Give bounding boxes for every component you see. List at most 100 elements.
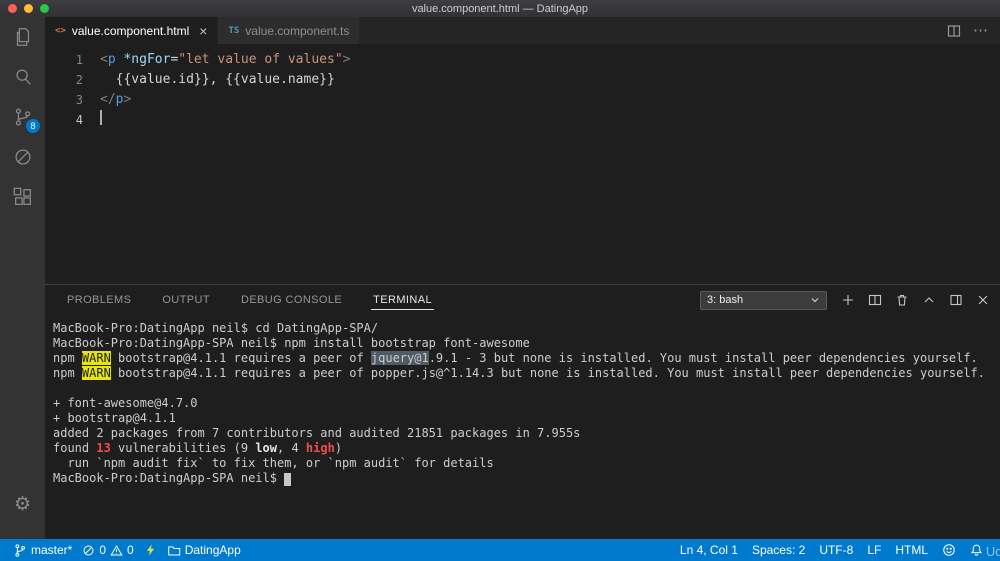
sidebar-item-debug[interactable]: [0, 137, 45, 177]
code-line[interactable]: 2 {{value.id}}, {{value.name}}: [45, 70, 1000, 90]
close-panel-icon[interactable]: [976, 293, 990, 307]
debug-icon: [14, 149, 31, 165]
ts-file-icon: [228, 26, 239, 36]
panel-header: PROBLEMS OUTPUT DEBUG CONSOLE TERMINAL 3: b…: [45, 285, 1000, 315]
line-number: 3: [75, 93, 83, 107]
folder-icon: [167, 545, 180, 555]
warning-icon: [110, 544, 123, 555]
sidebar-item-search[interactable]: [0, 57, 45, 97]
npm-warn-badge: WARN: [81, 366, 111, 380]
git-branch-icon: [15, 543, 25, 557]
sidebar-item-source-control[interactable]: 8: [0, 97, 45, 137]
bottom-panel: PROBLEMS OUTPUT DEBUG CONSOLE TERMINAL 3: b…: [45, 284, 1000, 539]
terminal-select[interactable]: 3: bash: [700, 290, 827, 310]
indentation-indicator[interactable]: Spaces: 2: [745, 539, 812, 561]
source-control-badge: 8: [26, 119, 40, 133]
project-name: DatingApp: [184, 543, 241, 557]
text-cursor: [100, 110, 102, 125]
code-editor[interactable]: 1 <p *ngFor="let value of values"> 2 {{val…: [45, 44, 1000, 284]
code-text: {{value.id}}, {{value.name}}: [100, 72, 335, 87]
extension-status-indicator[interactable]: [139, 539, 162, 561]
eol-indicator[interactable]: LF: [860, 539, 888, 561]
close-window-button[interactable]: [8, 4, 17, 13]
code-text: [83, 110, 102, 130]
code-text: </p>: [100, 92, 132, 107]
move-panel-icon[interactable]: [949, 293, 963, 307]
line-number: 2: [75, 73, 83, 87]
line-number: 4: [75, 113, 83, 127]
feedback-button[interactable]: [935, 539, 963, 561]
chevron-down-icon: [811, 298, 819, 303]
editor-tab-bar: value.component.html value.component.ts: [45, 17, 1000, 44]
panel-tabs: PROBLEMS OUTPUT DEBUG CONSOLE TERMINAL: [65, 290, 461, 310]
problems-indicator[interactable]: 0 0: [77, 539, 138, 561]
panel-tab-terminal[interactable]: TERMINAL: [371, 290, 434, 310]
terminal-line: npm WARN bootstrap@4.1.1 requires a peer…: [53, 351, 978, 365]
status-bar: master* 0 0 DatingApp Ln 4, Col 1 Spaces…: [0, 539, 1000, 561]
terminal-line: + bootstrap@4.1.1: [53, 411, 176, 425]
terminal-line: added 2 packages from 7 contributors and…: [53, 426, 581, 440]
bell-icon: [971, 544, 982, 556]
terminal-line: found 13 vulnerabilities (9 low, 4 high): [53, 441, 343, 455]
terminal-select-value: 3: bash: [707, 294, 744, 306]
minimize-window-button[interactable]: [24, 4, 33, 13]
project-indicator[interactable]: DatingApp: [162, 539, 246, 561]
terminal-line: run `npm audit fix` to fix them, or `npm…: [53, 456, 494, 470]
extensions-icon: [13, 187, 31, 205]
panel-tab-output[interactable]: OUTPUT: [160, 290, 212, 310]
window-controls: [8, 4, 49, 13]
language-mode-indicator[interactable]: HTML: [888, 539, 935, 561]
terminal-line: MacBook-Pro:DatingApp neil$ cd DatingApp…: [53, 321, 379, 335]
encoding-indicator[interactable]: UTF-8: [812, 539, 860, 561]
panel-tab-debug-console[interactable]: DEBUG CONSOLE: [239, 290, 344, 310]
code-line[interactable]: 4: [45, 110, 1000, 130]
zoom-window-button[interactable]: [40, 4, 49, 13]
activity-bar: 8: [0, 17, 45, 539]
selected-text: jquery@1: [370, 351, 429, 365]
terminal-line: MacBook-Pro:DatingApp-SPA neil$ npm inst…: [53, 336, 530, 350]
sidebar-item-extensions[interactable]: [0, 177, 45, 217]
editor-lines: 1 <p *ngFor="let value of values"> 2 {{val…: [45, 50, 1000, 130]
terminal-line: npm WARN bootstrap@4.1.1 requires a peer…: [53, 366, 985, 380]
lightning-icon: [146, 544, 154, 556]
terminal-line: + font-awesome@4.7.0: [53, 396, 198, 410]
error-icon: [83, 545, 94, 555]
files-icon: [16, 28, 29, 46]
panel-tab-problems[interactable]: PROBLEMS: [65, 290, 133, 310]
terminal-line: MacBook-Pro:DatingApp-SPA neil$: [53, 471, 992, 486]
line-number: 1: [75, 53, 83, 67]
html-file-icon: [55, 26, 66, 36]
tab-value-component-ts[interactable]: value.component.ts: [218, 17, 361, 44]
vscode-window: value.component.html — DatingApp 8 ⚙ <> …: [0, 0, 1000, 561]
split-editor-icon[interactable]: [947, 24, 961, 38]
kill-terminal-icon[interactable]: [895, 293, 909, 307]
new-terminal-icon[interactable]: [841, 293, 855, 307]
window-title: value.component.html — DatingApp: [411, 2, 589, 15]
git-branch-indicator[interactable]: master*: [8, 539, 77, 561]
close-tab-icon[interactable]: [199, 24, 207, 38]
editor-actions: [947, 17, 1000, 44]
maximize-panel-icon[interactable]: [922, 293, 936, 307]
tab-label: value.component.ts: [245, 23, 350, 38]
terminal-output[interactable]: MacBook-Pro:DatingApp neil$ cd DatingApp…: [45, 315, 1000, 539]
npm-warn-badge: WARN: [81, 351, 111, 365]
code-text: <p *ngFor="let value of values">: [100, 52, 351, 67]
branch-name: master*: [31, 543, 73, 557]
search-icon: [15, 69, 31, 85]
gear-icon: [14, 495, 31, 515]
notifications-button[interactable]: [963, 539, 990, 561]
sidebar-item-explorer[interactable]: [0, 17, 45, 57]
smiley-icon: [943, 544, 955, 556]
warning-count: 0: [127, 543, 134, 557]
more-actions-icon[interactable]: [973, 21, 988, 40]
tab-value-component-html[interactable]: value.component.html: [45, 17, 219, 44]
split-terminal-icon[interactable]: [868, 293, 882, 307]
title-bar: value.component.html — DatingApp: [0, 0, 1000, 17]
panel-actions: [841, 293, 990, 307]
code-line[interactable]: 3 </p>: [45, 90, 1000, 110]
code-line[interactable]: 1 <p *ngFor="let value of values">: [45, 50, 1000, 70]
terminal-cursor: [284, 473, 292, 486]
manage-button[interactable]: [0, 485, 45, 525]
cursor-position-indicator[interactable]: Ln 4, Col 1: [673, 539, 745, 561]
